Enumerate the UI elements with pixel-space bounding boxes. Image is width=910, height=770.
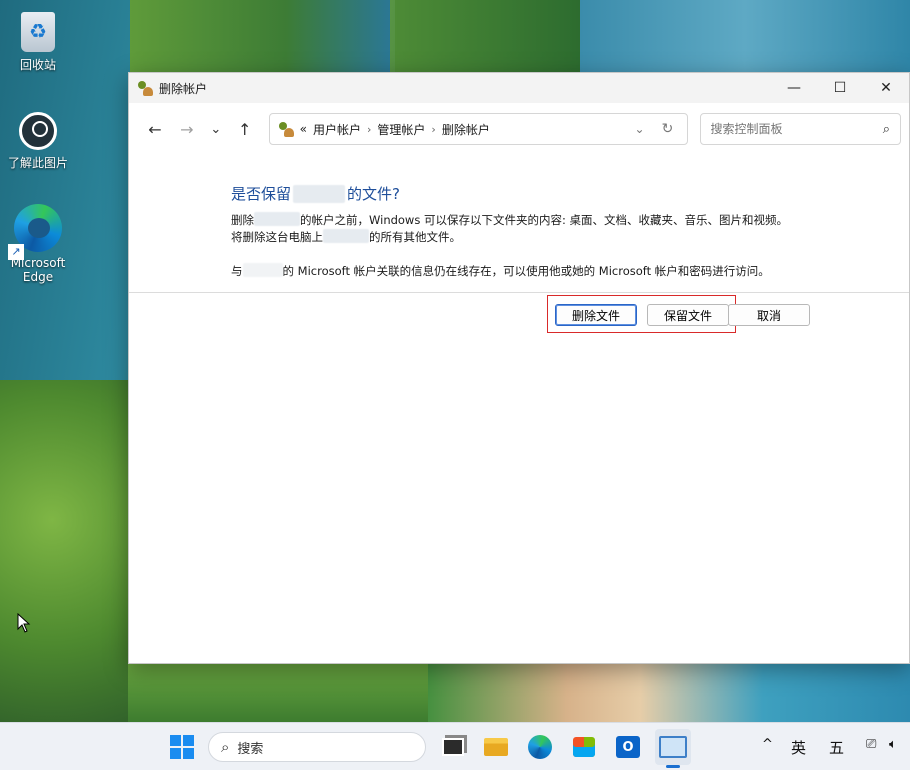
taskbar-search[interactable]: ⌕ 搜索 xyxy=(208,732,426,762)
taskbar-search-label: 搜索 xyxy=(237,741,264,757)
redacted-username xyxy=(323,229,369,243)
breadcrumb-separator: › xyxy=(431,122,436,136)
text: 的 Microsoft 帐户关联的信息仍在线存在，可以使用他或她的 Micros… xyxy=(282,264,770,278)
paragraph-delete-info: 将删除这台电脑上 的所有其他文件。 xyxy=(231,229,909,246)
refresh-icon[interactable]: ↻ xyxy=(657,121,679,137)
edge-icon xyxy=(8,204,62,260)
paragraph-microsoft-account-info: 与 的 Microsoft 帐户关联的信息仍在线存在，可以使用他或她的 Micro… xyxy=(231,263,909,280)
wallpaper-top-center xyxy=(395,0,580,72)
edge-icon[interactable] xyxy=(525,732,555,762)
mouse-cursor-icon xyxy=(17,613,31,633)
text: 的帐户之前，Windows 可以保存以下文件夹的内容: 桌面、文档、收藏夹、音乐… xyxy=(300,213,789,227)
keep-files-button[interactable]: 保留文件 xyxy=(647,304,729,326)
navigation-bar: ← → ⌄ ↑ « 用户帐户 › 管理帐户 › 删除帐户 ⌄ ↻ ⌕ xyxy=(129,103,909,155)
maximize-button[interactable]: ☐ xyxy=(817,73,863,103)
close-button[interactable]: ✕ xyxy=(863,73,909,103)
desktop-icon-label: 了解此图片 xyxy=(7,156,68,170)
start-button[interactable] xyxy=(170,735,194,759)
volume-icon[interactable]: 🔈︎ xyxy=(889,737,897,752)
search-icon: ⌕ xyxy=(221,738,230,756)
up-icon[interactable]: ↑ xyxy=(229,115,261,143)
dialog-heading: 是否保留 的文件? xyxy=(231,183,909,204)
search-box[interactable]: ⌕ xyxy=(699,113,901,145)
redacted-username xyxy=(293,184,346,203)
window-title: 删除帐户 xyxy=(159,81,208,96)
task-view-icon[interactable] xyxy=(438,732,468,762)
redacted-username xyxy=(254,212,300,226)
learn-picture-icon xyxy=(19,112,57,150)
control-panel-icon[interactable] xyxy=(655,729,691,765)
forward-icon[interactable]: → xyxy=(171,115,203,143)
users-icon xyxy=(278,121,294,137)
breadcrumb-separator: › xyxy=(367,122,372,136)
text: 删除 xyxy=(231,213,254,227)
text: 与 xyxy=(231,264,243,278)
wallpaper-cliff xyxy=(0,380,130,730)
wallpaper-top-right xyxy=(580,0,910,72)
dialog-actions: 删除文件 保留文件 取消 xyxy=(129,293,909,343)
breadcrumb-manage-accounts[interactable]: 管理帐户 xyxy=(377,121,425,138)
network-icon[interactable]: ⎚ xyxy=(866,737,876,752)
desktop-icon-label: 回收站 xyxy=(19,58,56,72)
microsoft-store-icon[interactable] xyxy=(569,732,599,762)
taskbar: ⌕ 搜索 ^ 英 五 ⎚ 🔈︎ xyxy=(0,722,910,770)
active-app-indicator xyxy=(666,765,680,768)
windows-logo-icon xyxy=(170,735,181,746)
outlook-icon[interactable] xyxy=(613,732,643,762)
wallpaper-beach xyxy=(420,662,910,722)
ime-language-indicator[interactable]: 英 xyxy=(791,737,806,758)
breadcrumb-delete-account[interactable]: 删除帐户 xyxy=(442,121,490,138)
search-icon[interactable]: ⌕ xyxy=(883,122,890,137)
dialog-content: 是否保留 的文件? 删除 的帐户之前，Windows 可以保存以下文件夹的内容: … xyxy=(129,183,909,343)
desktop-icon-learn-picture[interactable]: 了解此图片 xyxy=(0,112,76,171)
users-icon xyxy=(137,80,153,96)
recycle-bin-icon xyxy=(21,12,55,52)
desktop-icon-label: Microsoft Edge xyxy=(10,256,66,284)
back-icon[interactable]: ← xyxy=(139,115,171,143)
heading-text: 的文件? xyxy=(347,185,400,203)
desktop-icon-edge[interactable]: Microsoft Edge xyxy=(0,204,76,284)
paragraph-save-info: 删除 的帐户之前，Windows 可以保存以下文件夹的内容: 桌面、文档、收藏夹、… xyxy=(231,212,909,229)
minimize-button[interactable]: — xyxy=(771,73,817,103)
text: 将删除这台电脑上 xyxy=(231,230,323,244)
search-input[interactable] xyxy=(710,122,861,136)
title-bar[interactable]: 删除帐户 — ☐ ✕ xyxy=(129,73,909,103)
redacted-username xyxy=(242,263,283,277)
breadcrumb-user-accounts[interactable]: 用户帐户 xyxy=(313,121,361,138)
heading-text: 是否保留 xyxy=(231,185,292,203)
text: 的所有其他文件。 xyxy=(369,230,461,244)
breadcrumb-overflow[interactable]: « xyxy=(300,122,307,136)
show-hidden-icons-icon[interactable]: ^ xyxy=(762,737,773,752)
desktop-icon-recycle-bin[interactable]: 回收站 xyxy=(0,12,76,73)
wallpaper-hill xyxy=(128,662,428,722)
recent-locations-icon[interactable]: ⌄ xyxy=(203,115,229,143)
cancel-button[interactable]: 取消 xyxy=(728,304,810,326)
ime-mode-indicator[interactable]: 五 xyxy=(829,737,844,758)
delete-files-button[interactable]: 删除文件 xyxy=(555,304,637,326)
address-dropdown-icon[interactable]: ⌄ xyxy=(629,122,651,136)
wallpaper-top-left xyxy=(130,0,390,72)
address-bar[interactable]: « 用户帐户 › 管理帐户 › 删除帐户 ⌄ ↻ xyxy=(268,113,688,145)
delete-account-window: 删除帐户 — ☐ ✕ ← → ⌄ ↑ « 用户帐户 › 管理帐户 › 删除帐户 … xyxy=(128,72,910,664)
file-explorer-icon[interactable] xyxy=(481,732,511,762)
